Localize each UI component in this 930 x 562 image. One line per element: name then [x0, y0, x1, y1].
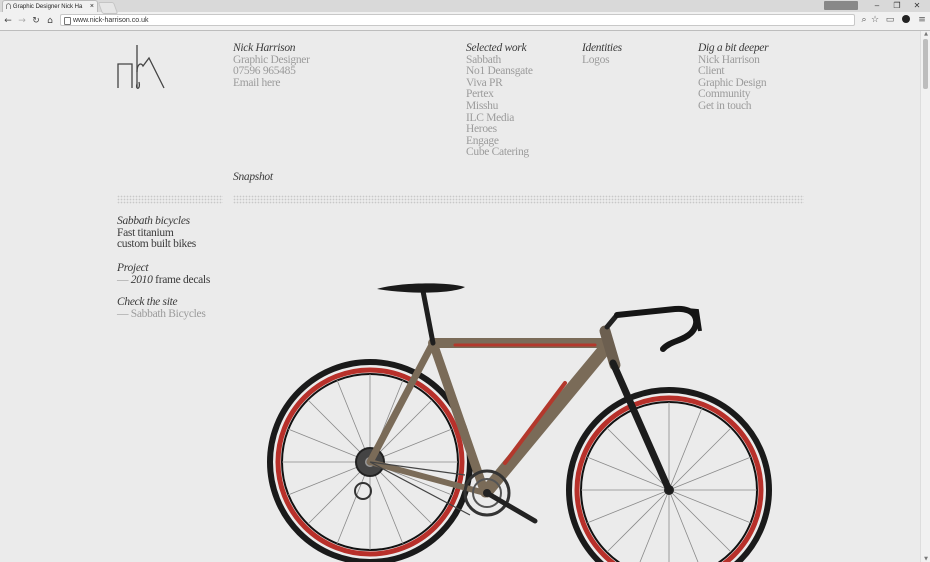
back-arrow-icon[interactable]: ←	[2, 14, 14, 28]
window-close-icon[interactable]: ✕	[906, 0, 928, 12]
bike-frame	[366, 288, 673, 498]
project-dash: —	[117, 273, 129, 286]
page-viewport: Nick Harrison Graphic Designer 07596 965…	[0, 31, 920, 562]
saddle	[377, 283, 465, 293]
identities-column: Identities Logos	[582, 42, 622, 67]
minimize-icon[interactable]: –	[866, 0, 888, 12]
profile-badge[interactable]	[824, 1, 858, 10]
toolbar: ← → ↻ ⌂ www.nick-harrison.co.uk ⌕ ☆ ▭ ≡	[0, 13, 930, 29]
project-desc: frame decals	[155, 273, 210, 286]
project-year: 2010	[130, 273, 153, 286]
dig-link-get-in-touch[interactable]: Get in touch	[698, 100, 768, 113]
email-link[interactable]: Email here	[233, 77, 310, 90]
selected-work-heading: Selected work	[466, 42, 527, 54]
tab-active[interactable]: ⋂ Graphic Designer Nick Ha ×	[2, 0, 98, 12]
site-favicon-icon: ⋂	[6, 4, 11, 10]
dig-deeper-heading: Dig a bit deeper	[698, 42, 769, 54]
tab-close-icon[interactable]: ×	[90, 1, 94, 12]
reload-icon[interactable]: ↻	[30, 14, 42, 28]
contact-name: Nick Harrison	[233, 42, 296, 54]
rear-derailleur	[354, 482, 372, 500]
check-site-block: Check the site — Sabbath Bicycles	[117, 296, 206, 321]
url-text: www.nick-harrison.co.uk	[73, 17, 149, 24]
scroll-thumb[interactable]	[923, 39, 928, 89]
restore-icon[interactable]: ❐	[886, 0, 908, 12]
scroll-down-icon[interactable]: ▼	[922, 556, 930, 562]
identities-heading: Identities	[582, 42, 622, 54]
scroll-up-icon[interactable]: ▲	[922, 31, 930, 37]
contact-column: Nick Harrison Graphic Designer 07596 965…	[233, 42, 310, 90]
client-block: Sabbath bicycles Fast titanium custom bu…	[117, 215, 196, 251]
sabbath-bicycles-link[interactable]: Sabbath Bicycles	[131, 308, 206, 320]
tab-strip: ⋂ Graphic Designer Nick Ha × – ❐ ✕	[0, 0, 930, 14]
page-icon	[64, 17, 71, 25]
snapshot-label: Snapshot	[233, 171, 273, 183]
check-site-detail: — Sabbath Bicycles	[117, 307, 206, 321]
forward-arrow-icon[interactable]: →	[16, 14, 28, 28]
handlebars	[614, 305, 700, 352]
extension-icon[interactable]	[900, 14, 912, 27]
address-bar[interactable]: www.nick-harrison.co.uk	[60, 14, 855, 26]
home-icon[interactable]: ⌂	[44, 14, 56, 28]
project-block: Project — 2010 frame decals	[117, 262, 210, 287]
site-dash: —	[117, 307, 129, 320]
nh-logo[interactable]	[117, 44, 167, 90]
identities-link-logos[interactable]: Logos	[582, 54, 622, 67]
work-link-heroes[interactable]: Heroes	[466, 124, 533, 136]
bookmark-star-icon[interactable]: ☆	[869, 14, 881, 27]
dotted-divider-main	[233, 195, 804, 204]
vertical-scrollbar[interactable]: ▲ ▼	[920, 31, 930, 562]
front-wheel	[566, 387, 772, 562]
sabbath-bicycle-image	[267, 283, 772, 562]
client-heading: Sabbath bicycles	[117, 215, 190, 227]
work-link-cube-catering[interactable]: Cube Catering	[466, 147, 533, 159]
dig-deeper-column: Dig a bit deeper Nick Harrison Client Gr…	[698, 42, 769, 113]
selected-work-column: Selected work Sabbath No1 Deansgate Viva…	[466, 42, 533, 159]
project-detail: — 2010 frame decals	[117, 273, 210, 287]
browser-chrome: ⋂ Graphic Designer Nick Ha × – ❐ ✕ ← → ↻ …	[0, 0, 930, 31]
client-desc-line-2: custom built bikes	[117, 238, 196, 251]
work-link-misshu[interactable]: Misshu	[466, 100, 533, 113]
tab-title: Graphic Designer Nick Ha	[12, 4, 83, 10]
dotted-divider-left	[117, 195, 223, 204]
cast-icon[interactable]: ▭	[884, 14, 896, 27]
menu-icon[interactable]: ≡	[916, 14, 928, 27]
